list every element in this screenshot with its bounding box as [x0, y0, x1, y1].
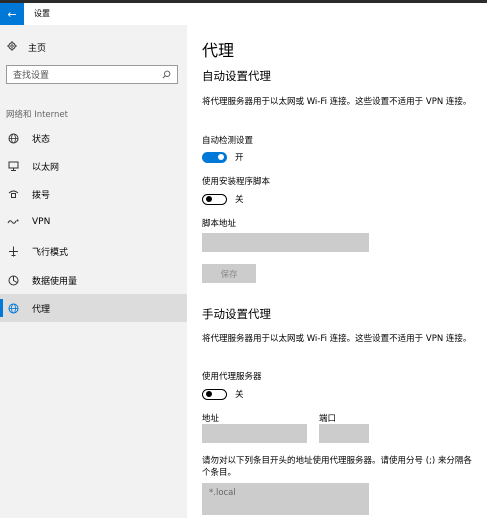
setup-script-label: 使用安装程序脚本: [202, 177, 271, 187]
exceptions-value: *.local: [209, 488, 236, 498]
gear-icon: [6, 40, 18, 54]
proxy-address-label: 地址: [202, 414, 220, 424]
manual-proxy-heading: 手动设置代理: [202, 307, 271, 321]
sidebar-item-label: VPN: [32, 217, 51, 227]
search-input[interactable]: 查找设置: [6, 65, 178, 84]
sidebar-item-status[interactable]: 状态: [0, 124, 187, 152]
sidebar-item-label: 以太网: [32, 162, 60, 173]
vpn-icon: [6, 218, 20, 226]
ethernet-icon: [6, 161, 20, 171]
auto-detect-toggle[interactable]: [202, 151, 227, 163]
sidebar-item-label: 状态: [32, 134, 51, 145]
save-button[interactable]: 保存: [202, 264, 256, 283]
sidebar-item-data-usage[interactable]: 数据使用量: [0, 266, 187, 294]
use-proxy-toggle-row: 关: [202, 388, 244, 400]
main-panel: 代理 自动设置代理 将代理服务器用于以太网或 Wi-Fi 连接。这些设置不适用于…: [202, 0, 482, 518]
setup-script-state: 关: [235, 195, 244, 205]
exceptions-label: 请勿对以下列条目开头的地址使用代理服务器。请使用分号 (;) 来分隔各个条目。: [202, 456, 472, 478]
use-proxy-toggle[interactable]: [202, 388, 227, 400]
toggle-knob: [218, 154, 224, 160]
back-button[interactable]: ←: [0, 3, 24, 25]
toggle-knob: [206, 196, 212, 202]
auto-detect-label: 自动检测设置: [202, 136, 254, 146]
use-proxy-label: 使用代理服务器: [202, 372, 262, 382]
sidebar-home[interactable]: 主页: [6, 40, 46, 54]
proxy-address-input[interactable]: [202, 424, 307, 443]
setup-script-toggle[interactable]: [202, 193, 227, 205]
exceptions-input[interactable]: *.local: [202, 483, 369, 515]
globe-icon: [6, 303, 20, 314]
sidebar-item-proxy[interactable]: 代理: [0, 294, 187, 322]
auto-proxy-description: 将代理服务器用于以太网或 Wi-Fi 连接。这些设置不适用于 VPN 连接。: [202, 97, 472, 107]
proxy-port-input[interactable]: [319, 424, 369, 443]
globe-status-icon: [6, 133, 20, 144]
search-icon: [162, 70, 171, 79]
sidebar-item-label: 数据使用量: [32, 276, 78, 287]
sidebar-item-airplane[interactable]: 飞行模式: [0, 237, 187, 265]
auto-proxy-heading: 自动设置代理: [202, 69, 271, 83]
page-title: 代理: [202, 41, 235, 60]
window-title: 设置: [34, 9, 50, 18]
proxy-port-label: 端口: [319, 414, 337, 424]
sidebar-item-label: 代理: [32, 304, 51, 315]
toggle-knob: [206, 391, 212, 397]
auto-detect-state: 开: [235, 153, 244, 163]
manual-proxy-description: 将代理服务器用于以太网或 Wi-Fi 连接。这些设置不适用于 VPN 连接。: [202, 334, 472, 344]
search-placeholder: 查找设置: [13, 71, 50, 81]
script-address-input[interactable]: [202, 233, 369, 252]
sidebar-home-label: 主页: [28, 43, 47, 54]
use-proxy-state: 关: [235, 390, 244, 400]
sidebar-section-label: 网络和 Internet: [6, 110, 68, 120]
script-address-label: 脚本地址: [202, 219, 237, 229]
sidebar-item-vpn[interactable]: VPN: [0, 208, 187, 236]
sidebar-item-label: 拨号: [32, 190, 51, 201]
sidebar-item-ethernet[interactable]: 以太网: [0, 152, 187, 180]
back-arrow-icon: ←: [7, 7, 17, 21]
sidebar-item-label: 飞行模式: [32, 247, 69, 258]
data-usage-icon: [6, 275, 20, 286]
airplane-icon: [6, 246, 20, 257]
sidebar-item-dialup[interactable]: 拨号: [0, 180, 187, 208]
setup-script-toggle-row: 关: [202, 193, 244, 205]
dialup-icon: [6, 189, 20, 199]
auto-detect-toggle-row: 开: [202, 151, 244, 163]
